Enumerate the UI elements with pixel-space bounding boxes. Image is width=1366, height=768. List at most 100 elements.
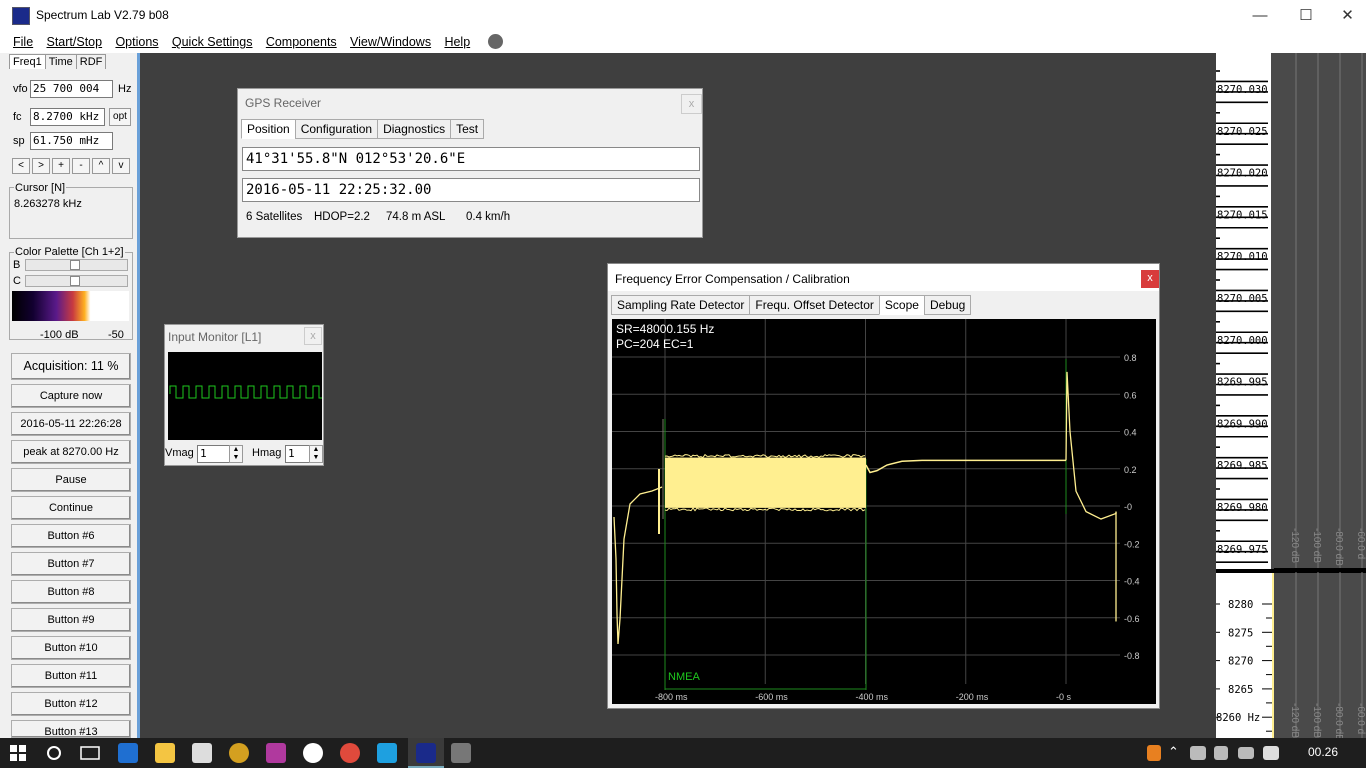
hz-scale-label: 8265: [1228, 684, 1253, 696]
hz-scale-label: 8280: [1228, 599, 1253, 611]
menu-components[interactable]: Components: [261, 32, 342, 52]
hmag-label: Hmag: [252, 447, 281, 459]
tab-rdf[interactable]: RDF: [76, 54, 107, 69]
tab-position[interactable]: Position: [241, 119, 296, 139]
input-monitor-window: Input Monitor [L1] x Vmag 1 ▲ ▼ Hmag 1 ▲ ▼: [164, 324, 324, 466]
tab-diagnostics[interactable]: Diagnostics: [377, 119, 451, 139]
nav-left-button[interactable]: <: [12, 158, 30, 174]
chrome-icon[interactable]: [340, 743, 360, 763]
contrast-slider[interactable]: [25, 275, 128, 287]
button-8[interactable]: Button #8: [11, 580, 131, 604]
scope-x-tick-label: -800 ms: [655, 692, 688, 702]
close-button[interactable]: ✕: [1329, 0, 1366, 31]
vfo-unit: Hz: [118, 83, 131, 95]
sp-field[interactable]: 61.750 mHz: [30, 132, 113, 150]
zoom-in-button[interactable]: +: [52, 158, 70, 174]
tab-freq1[interactable]: Freq1: [9, 54, 46, 69]
tab-test[interactable]: Test: [450, 119, 484, 139]
input-monitor-trace: [168, 352, 322, 440]
button-11[interactable]: Button #11: [11, 664, 131, 688]
hp-icon[interactable]: [303, 743, 323, 763]
action-center-icon[interactable]: [1263, 746, 1279, 760]
vmag-spinner[interactable]: ▲ ▼: [229, 445, 243, 463]
button-12[interactable]: Button #12: [11, 692, 131, 716]
vmag-label: Vmag: [165, 447, 194, 459]
tab-frequ-offset-detector[interactable]: Frequ. Offset Detector: [749, 295, 880, 315]
left-control-panel: Freq1 Time RDF vfo 25 700 004 Hz fc 8.27…: [0, 53, 140, 738]
store-icon[interactable]: [192, 743, 212, 763]
minimize-button[interactable]: —: [1237, 0, 1283, 31]
app-icon-alien[interactable]: [229, 743, 249, 763]
scope-x-tick-label: -600 ms: [755, 692, 788, 702]
nav-down-button[interactable]: v: [112, 158, 130, 174]
freq-scale-label: 8269.985: [1217, 460, 1268, 472]
spectrum-lab-taskbar-item[interactable]: [408, 738, 444, 768]
button-10[interactable]: Button #10: [11, 636, 131, 660]
menu-options[interactable]: Options: [110, 32, 163, 52]
menu-quick-settings[interactable]: Quick Settings: [167, 32, 258, 52]
gps-receiver-window: GPS Receiver x Position Configuration Di…: [237, 88, 703, 238]
title-bar: Spectrum Lab V2.79 b08 — ☐ ✕: [0, 0, 1366, 31]
peak-button[interactable]: peak at 8270.00 Hz: [11, 440, 131, 464]
vfo-field[interactable]: 25 700 004: [30, 80, 113, 98]
tab-time[interactable]: Time: [45, 54, 77, 69]
audio-app-icon[interactable]: [451, 743, 471, 763]
tab-debug[interactable]: Debug: [924, 295, 971, 315]
task-view-icon[interactable]: [80, 745, 100, 761]
app-icon-purple[interactable]: [266, 743, 286, 763]
opt-button[interactable]: opt: [109, 108, 131, 126]
nav-right-button[interactable]: >: [32, 158, 50, 174]
freq-scale-label: 8270.015: [1217, 209, 1268, 221]
input-monitor-close-button[interactable]: x: [304, 327, 322, 345]
capture-now-button[interactable]: Capture now: [11, 384, 131, 408]
tab-scope[interactable]: Scope: [879, 295, 925, 315]
menu-view-windows[interactable]: View/Windows: [345, 32, 436, 52]
gps-close-button[interactable]: x: [681, 94, 702, 114]
volume-icon[interactable]: [1214, 746, 1228, 760]
edge-browser-icon[interactable]: [118, 743, 138, 763]
pause-button[interactable]: Pause: [11, 468, 131, 492]
hmag-spinner[interactable]: ▲ ▼: [309, 445, 323, 463]
palette-max-label: -50: [108, 329, 124, 341]
zoom-out-button[interactable]: -: [72, 158, 90, 174]
button-9[interactable]: Button #9: [11, 608, 131, 632]
freq-error-close-button[interactable]: x: [1141, 270, 1159, 288]
nav-up-button[interactable]: ^: [92, 158, 110, 174]
brightness-slider[interactable]: [25, 259, 128, 271]
vfo-label: vfo: [13, 83, 28, 95]
windows-start-icon[interactable]: [10, 745, 26, 761]
menu-start-stop[interactable]: Start/Stop: [42, 32, 108, 52]
button-6[interactable]: Button #6: [11, 524, 131, 548]
fc-field[interactable]: 8.2700 kHz: [30, 108, 105, 126]
timestamp-button[interactable]: 2016-05-11 22:26:28: [11, 412, 131, 436]
b-label: B: [13, 259, 20, 271]
file-explorer-icon[interactable]: [155, 743, 175, 763]
menu-file[interactable]: File: [8, 32, 38, 52]
scope-y-tick-label: 0.2: [1124, 465, 1137, 475]
contrast-thumb[interactable]: [70, 276, 80, 286]
skype-icon[interactable]: [377, 743, 397, 763]
palette-title: Color Palette [Ch 1+2]: [14, 246, 125, 258]
network-icon[interactable]: [1190, 746, 1206, 760]
tab-sampling-rate-detector[interactable]: Sampling Rate Detector: [611, 295, 750, 315]
freq-scale-label: 8269.995: [1217, 377, 1268, 389]
taskbar: ⌃ 00.26: [0, 738, 1366, 768]
freq-scale-label: 8270.010: [1217, 251, 1268, 263]
spectrum-panel: 8270.030 8270.025 8270.020 8270.015 8270.010…: [1216, 53, 1366, 738]
brightness-thumb[interactable]: [70, 260, 80, 270]
menu-help[interactable]: Help: [439, 32, 475, 52]
maximize-button[interactable]: ☐: [1283, 0, 1329, 31]
scope-trace-settling: [614, 487, 662, 644]
continue-button[interactable]: Continue: [11, 496, 131, 520]
button-7[interactable]: Button #7: [11, 552, 131, 576]
button-13[interactable]: Button #13: [11, 720, 131, 738]
tab-configuration[interactable]: Configuration: [295, 119, 378, 139]
gps-window-title: GPS Receiver: [245, 96, 321, 110]
battery-icon[interactable]: [1238, 747, 1254, 759]
input-monitor-display: [168, 352, 322, 440]
search-icon[interactable]: [46, 745, 62, 761]
acquisition-button[interactable]: Acquisition: 11 %: [11, 353, 131, 380]
notification-app-icon[interactable]: [1147, 745, 1161, 761]
show-hidden-icons-icon[interactable]: ⌃: [1168, 744, 1179, 760]
db-scale-label: -100 dB: [1311, 528, 1322, 563]
